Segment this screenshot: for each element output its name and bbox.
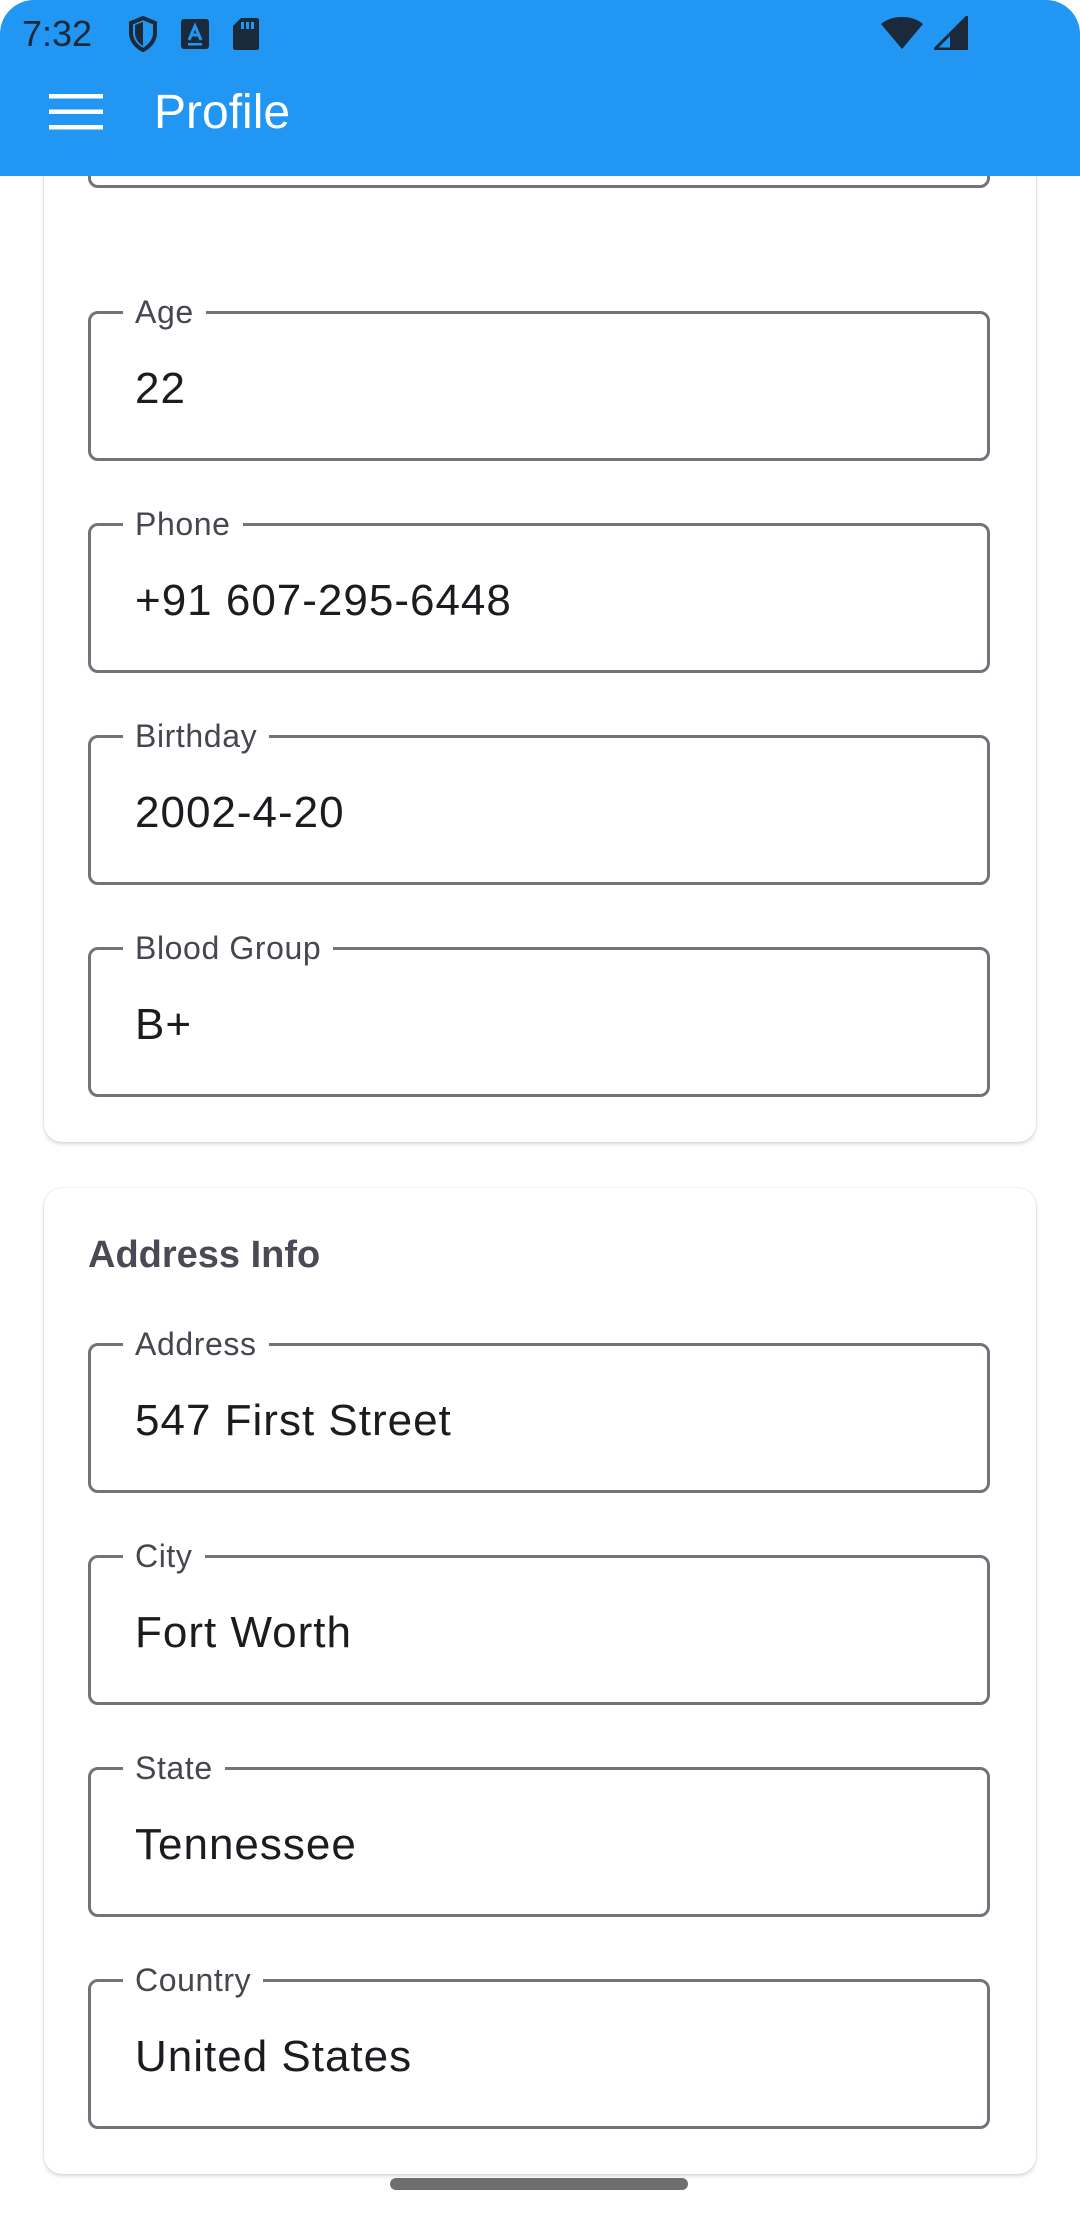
birthday-value: 2002-4-20 <box>135 788 345 837</box>
status-icons-right <box>880 13 969 55</box>
cellular-signal-icon <box>931 13 969 55</box>
city-value: Fort Worth <box>135 1608 353 1657</box>
address-field[interactable]: Address 547 First Street <box>88 1322 990 1493</box>
blood-group-value: B+ <box>135 1000 193 1049</box>
age-field[interactable]: Age 22 <box>88 290 990 461</box>
city-field[interactable]: City Fort Worth <box>88 1534 990 1705</box>
gesture-nav-handle[interactable] <box>390 2178 688 2190</box>
blood-group-label: Blood Group <box>123 926 334 970</box>
address-info-card: Address Info Address 547 First Street Ci… <box>44 1188 1036 2174</box>
age-value: 22 <box>135 364 186 413</box>
phone-value: +91 607-295-6448 <box>135 576 512 625</box>
wifi-icon <box>880 16 924 55</box>
country-value: United States <box>135 2032 413 2081</box>
birthday-label: Birthday <box>123 714 270 758</box>
address-info-title: Address Info <box>88 1234 321 1276</box>
status-time: 7:32 <box>22 13 93 54</box>
blood-group-field[interactable]: Blood Group B+ <box>88 926 990 1097</box>
page-title: Profile <box>154 86 291 139</box>
sd-card-icon <box>232 17 260 56</box>
font-a-icon <box>180 18 210 55</box>
country-field[interactable]: Country United States <box>88 1958 990 2129</box>
birthday-field[interactable]: Birthday 2002-4-20 <box>88 714 990 885</box>
age-label: Age <box>123 290 206 334</box>
phone-label: Phone <box>123 502 243 546</box>
shield-icon <box>128 15 158 57</box>
state-label: State <box>123 1746 225 1790</box>
phone-field[interactable]: Phone +91 607-295-6448 <box>88 502 990 673</box>
app-bar: 7:32 Profile <box>0 0 1080 176</box>
menu-button[interactable] <box>40 86 112 142</box>
city-label: City <box>123 1534 205 1578</box>
hamburger-menu-icon <box>49 93 103 135</box>
state-value: Tennessee <box>135 1820 357 1869</box>
country-label: Country <box>123 1958 264 2002</box>
personal-info-card: female Age 22 Phone +91 607-295-6448 Bir… <box>44 36 1036 1142</box>
address-label: Address <box>123 1322 269 1366</box>
state-field[interactable]: State Tennessee <box>88 1746 990 1917</box>
address-value: 547 First Street <box>135 1396 452 1445</box>
status-icons-left <box>128 15 260 57</box>
